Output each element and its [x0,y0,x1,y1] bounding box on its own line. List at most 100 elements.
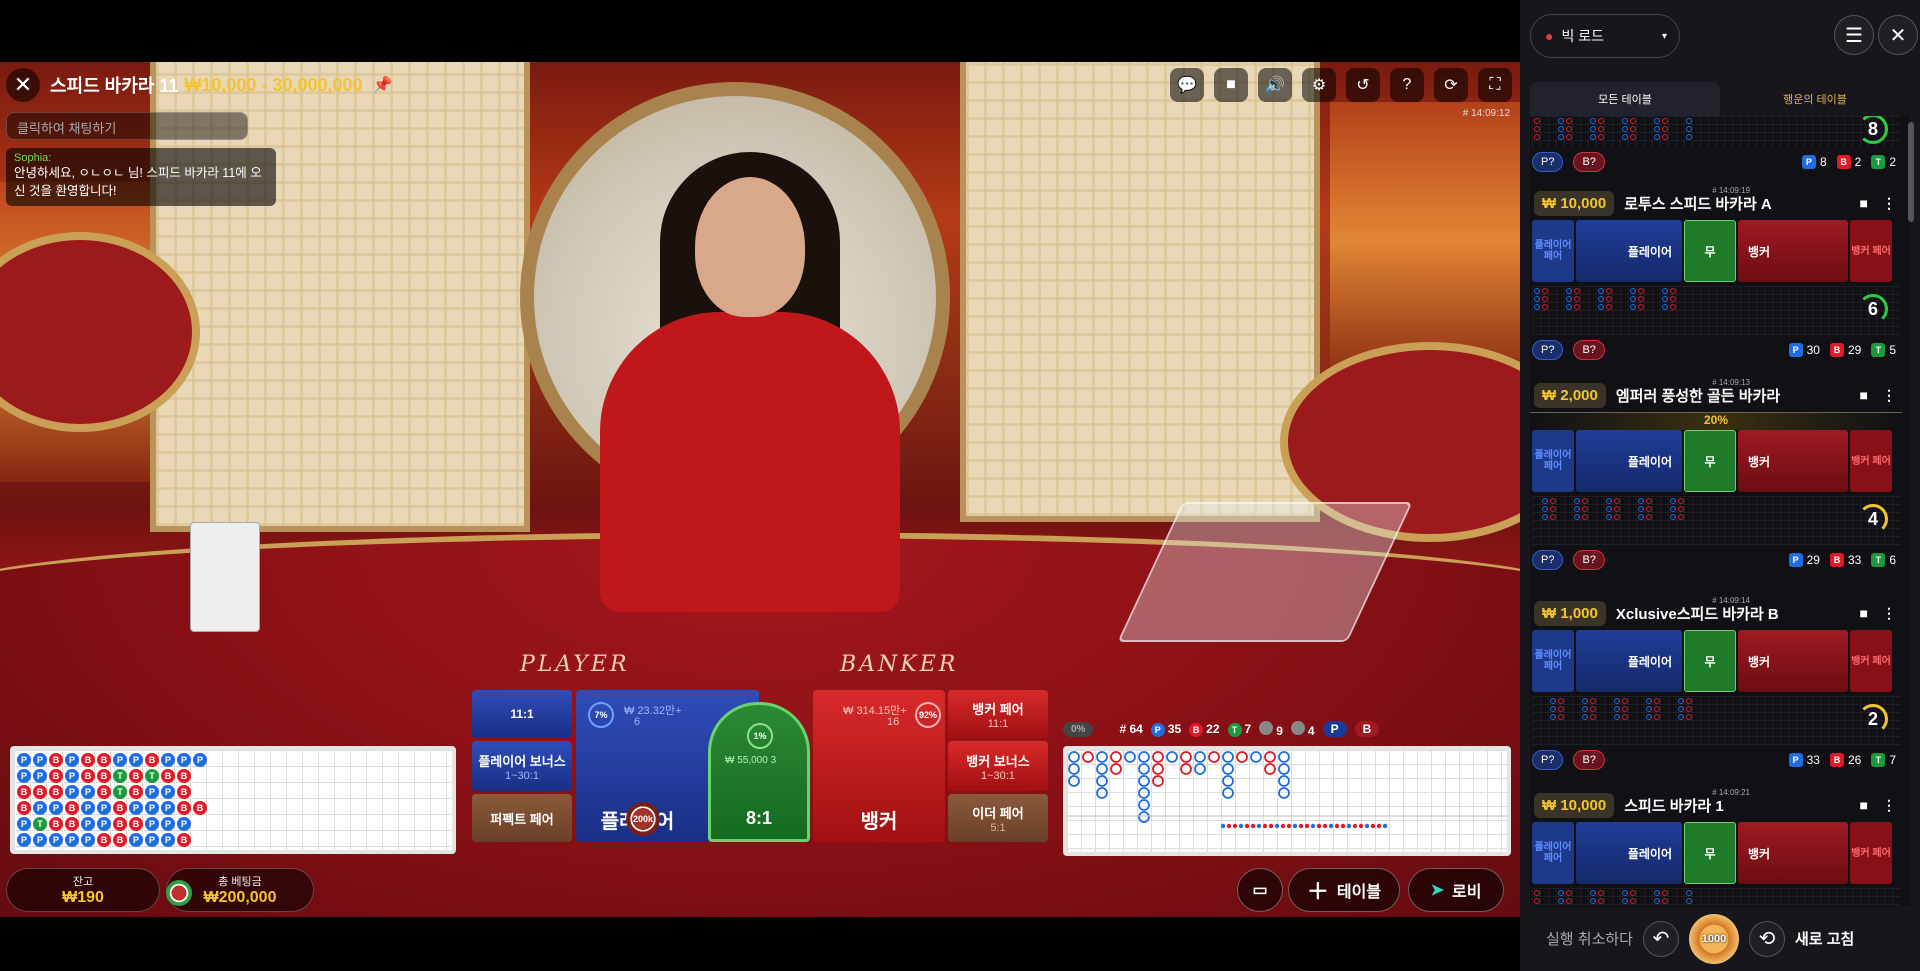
chip-selector[interactable]: 1000 [1688,913,1739,964]
mini-road-dot [1558,514,1564,520]
ask-banker-pill[interactable]: B? [1573,750,1605,770]
mini-tie[interactable]: 무 [1684,430,1736,492]
road-toggle[interactable]: 0% [1063,721,1094,737]
mini-road-dot [1574,514,1580,520]
chat-input[interactable]: 클릭하여 채팅하기 [6,112,248,140]
banker-bet[interactable]: ₩ 314.15만+ 16 92% 뱅커 [813,690,945,842]
fullscreen-icon[interactable]: ⛶ [1478,68,1512,102]
road-view-select[interactable]: ● 빅 로드 ▾ [1530,14,1680,58]
player-bonus-bet[interactable]: 플레이어 보너스 1~30:1 [472,741,572,791]
ask-player-pill[interactable]: P? [1532,550,1564,570]
mini-banker-pair[interactable]: 뱅커 페어 [1850,220,1892,282]
tab-lucky-tables[interactable]: 행운의 테이블 [1720,82,1910,116]
more-icon[interactable]: ⋮ [1882,605,1896,622]
settings-icon[interactable]: ⚙ [1302,68,1336,102]
ask-player-button[interactable]: P [1322,721,1347,737]
ask-banker-pill[interactable]: B? [1573,152,1605,172]
mini-banker[interactable]: 뱅커 [1738,822,1848,884]
mini-banker-pair[interactable]: 뱅커 페어 [1850,430,1892,492]
bead: B [97,753,111,767]
table-card[interactable]: # 14:09:21 ₩ 10,000 스피드 바카라 1 ■ ⋮ 플레이어 페… [1530,788,1902,906]
table-limits[interactable]: ₩10,000 - 30,000,000 [184,75,362,96]
mini-player[interactable]: 플레이어 [1576,822,1682,884]
tab-all-tables[interactable]: 모든 테이블 [1530,82,1720,116]
rotate-icon[interactable]: ⟳ [1434,68,1468,102]
more-icon[interactable]: ⋮ [1882,387,1896,404]
mini-road-dot [1614,126,1620,132]
either-pair-bet[interactable]: 이더 페어 5:1 [948,794,1048,842]
mini-road-dot [1574,126,1580,132]
big-road-mark [1236,751,1248,763]
table-card[interactable]: # 14:09:13 ₩ 2,000 엠퍼러 풍성한 골든 바카라 ■ ⋮ 20… [1530,378,1902,574]
menu-button[interactable]: ☰ [1834,15,1874,55]
mini-player-pair[interactable]: 플레이어 페어 [1532,630,1574,692]
more-icon[interactable]: ⋮ [1882,195,1896,212]
big-road-marks [1067,751,1507,829]
sidebar-scrollbar[interactable] [1908,122,1914,222]
mini-road-dot [1646,296,1652,302]
pin-icon[interactable]: 📌 [373,75,393,95]
lobby-button[interactable]: ➤ 로비 [1408,868,1504,912]
undo-button[interactable]: ↶ [1642,920,1679,957]
mini-bet-spots: 플레이어 페어 플레이어 무 뱅커 뱅커 페어 [1532,630,1902,692]
mini-player-pair[interactable]: 플레이어 페어 [1532,822,1574,884]
video-icon[interactable]: ■ [1860,797,1868,814]
mini-banker[interactable]: 뱅커 [1738,630,1848,692]
history-icon[interactable]: ↺ [1346,68,1380,102]
ask-banker-pill[interactable]: B? [1573,550,1605,570]
road-view-label: 빅 로드 [1561,28,1604,44]
video-icon[interactable]: ■ [1214,68,1248,102]
refresh-button[interactable]: ⟲ [1748,920,1785,957]
chat-icon[interactable]: 💬 [1170,68,1204,102]
mini-player-pair[interactable]: 플레이어 페어 [1532,220,1574,282]
bead-road[interactable]: PPBPBBPPBPPPPPBPBBTBTBBBBBPPBTBPPBBPPBPP… [10,746,456,854]
ask-banker-button[interactable]: B [1354,721,1380,737]
mini-tie[interactable]: 무 [1684,822,1736,884]
more-icon[interactable]: ⋮ [1882,797,1896,814]
close-game-button[interactable]: ✕ [6,68,40,102]
table-card[interactable]: # 14:09:14 ₩ 1,000 Xclusive스피드 바카라 B ■ ⋮… [1530,596,1902,774]
banker-bonus-bet[interactable]: 뱅커 보너스 1~30:1 [948,741,1048,791]
player-pair-bet[interactable]: 11:1 [472,690,572,738]
table-card-partial[interactable]: 8 P? B? P8 B2 T2 [1530,116,1902,176]
ask-banker-pill[interactable]: B? [1573,340,1605,360]
video-icon[interactable]: ■ [1860,195,1868,212]
mini-road-dot [1662,706,1668,712]
ask-player-pill[interactable]: P? [1532,340,1564,360]
mini-banker[interactable]: 뱅커 [1738,430,1848,492]
chat-bubble-button[interactable]: ▭ [1237,868,1283,912]
mini-road-dot [1574,714,1580,720]
close-sidebar-button[interactable]: ✕ [1878,15,1918,55]
perfect-pair-bet[interactable]: 퍼펙트 페어 [472,794,572,842]
mini-banker-pair[interactable]: 뱅커 페어 [1850,630,1892,692]
mini-player[interactable]: 플레이어 [1576,430,1682,492]
tie-bet[interactable]: 1% ₩ 55,000 3 8:1 [708,702,810,842]
mini-player-pair[interactable]: 플레이어 페어 [1532,430,1574,492]
placed-chip: 200k [626,802,660,836]
mini-tie[interactable]: 무 [1684,630,1736,692]
mini-banker-pair[interactable]: 뱅커 페어 [1850,822,1892,884]
table-list[interactable]: 8 P? B? P8 B2 T2 # 14:09:19 ₩ 10,000 로투스… [1530,116,1910,906]
mini-tie[interactable]: 무 [1684,220,1736,282]
video-icon[interactable]: ■ [1860,605,1868,622]
mini-player[interactable]: 플레이어 [1576,220,1682,282]
road-stats: 0% # 64 P 35 B 22 T7 9 4 P B [1063,717,1511,741]
ask-player-pill[interactable]: P? [1532,152,1564,172]
player-count: P 33 [1788,753,1820,767]
mini-road-dot [1550,890,1556,896]
bead: B [17,785,31,799]
banker-pair-bet[interactable]: 뱅커 페어 11:1 [948,690,1048,738]
mini-player[interactable]: 플레이어 [1576,630,1682,692]
bead: B [145,753,159,767]
card-timestamp: # 14:09:19 [1712,186,1750,195]
help-icon[interactable]: ? [1390,68,1424,102]
ask-player-pill[interactable]: P? [1532,750,1564,770]
video-icon[interactable]: ■ [1860,387,1868,404]
sound-icon[interactable]: 🔊 [1258,68,1292,102]
mini-road-dot [1662,296,1668,302]
big-road[interactable] [1063,746,1511,856]
table-card[interactable]: # 14:09:19 ₩ 10,000 로투스 스피드 바카라 A ■ ⋮ 플레… [1530,186,1902,364]
derived-road-mark [1262,823,1268,829]
add-table-button[interactable]: ＋ 테이블 [1288,868,1400,912]
mini-banker[interactable]: 뱅커 [1738,220,1848,282]
